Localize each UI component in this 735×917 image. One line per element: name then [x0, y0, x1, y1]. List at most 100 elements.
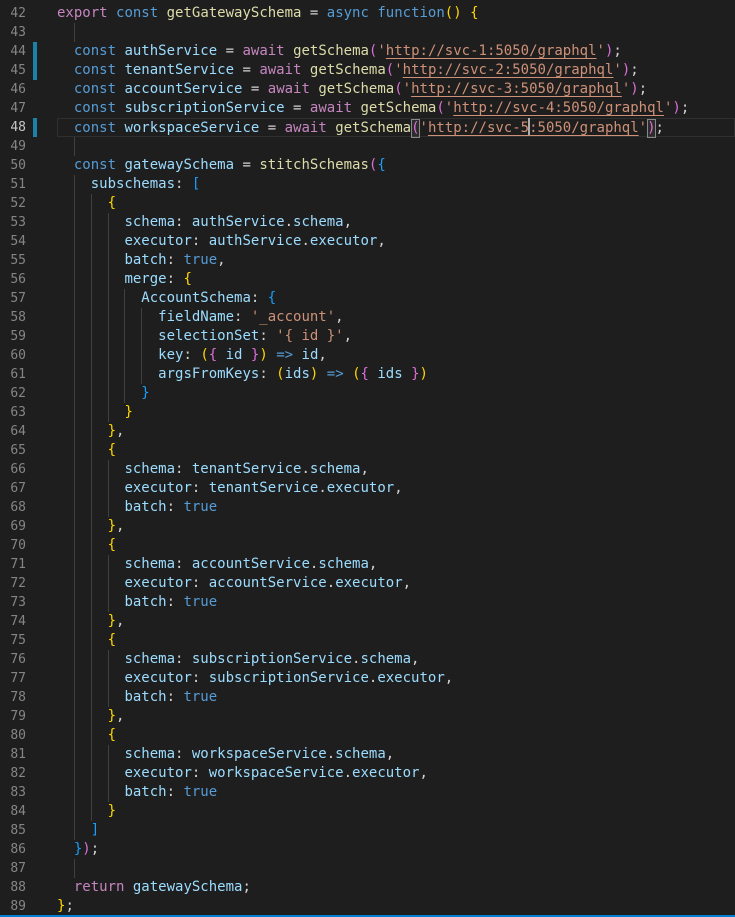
code-line[interactable]: 83 batch: true [0, 783, 735, 802]
code-line[interactable]: 48 const workspaceService = await getSch… [0, 118, 735, 137]
gutter[interactable]: 47 [0, 99, 57, 118]
code-line-content[interactable]: const tenantService = await getSchema('h… [57, 61, 735, 80]
gutter[interactable]: 43 [0, 23, 57, 42]
code-line-content[interactable]: schema: tenantService.schema, [57, 460, 735, 479]
gutter[interactable]: 61 [0, 365, 57, 384]
gutter[interactable]: 83 [0, 783, 57, 802]
code-line-content[interactable]: { [57, 194, 735, 213]
code-line[interactable]: 76 schema: subscriptionService.schema, [0, 650, 735, 669]
gutter[interactable]: 87 [0, 859, 57, 878]
gutter[interactable]: 79 [0, 707, 57, 726]
gutter[interactable]: 78 [0, 688, 57, 707]
code-line-content[interactable]: selectionSet: '{ id }', [57, 327, 735, 346]
code-line-content[interactable]: }); [57, 840, 735, 859]
code-line-content[interactable]: executor: tenantService.executor, [57, 479, 735, 498]
code-line-content[interactable]: schema: subscriptionService.schema, [57, 650, 735, 669]
code-line-content[interactable]: fieldName: '_account', [57, 308, 735, 327]
code-line[interactable]: 52 { [0, 194, 735, 213]
code-line-content[interactable]: key: ({ id }) => id, [57, 346, 735, 365]
code-line[interactable]: 88 return gatewaySchema; [0, 878, 735, 897]
code-line[interactable]: 66 schema: tenantService.schema, [0, 460, 735, 479]
gutter[interactable]: 62 [0, 384, 57, 403]
gutter[interactable]: 56 [0, 270, 57, 289]
code-line[interactable]: 47 const subscriptionService = await get… [0, 99, 735, 118]
gutter[interactable]: 82 [0, 764, 57, 783]
code-line-content[interactable]: batch: true [57, 783, 735, 802]
gutter[interactable]: 68 [0, 498, 57, 517]
gutter[interactable]: 85 [0, 821, 57, 840]
gutter[interactable]: 63 [0, 403, 57, 422]
code-line[interactable]: 50 const gatewaySchema = stitchSchemas({ [0, 156, 735, 175]
code-line-content[interactable]: ] [57, 821, 735, 840]
code-line[interactable]: 87 [0, 859, 735, 878]
gutter[interactable]: 84 [0, 802, 57, 821]
code-line-content[interactable]: executor: workspaceService.executor, [57, 764, 735, 783]
code-line[interactable]: 68 batch: true [0, 498, 735, 517]
code-line-content[interactable]: executor: accountService.executor, [57, 574, 735, 593]
code-line-content[interactable]: schema: workspaceService.schema, [57, 745, 735, 764]
code-line[interactable]: 89}; [0, 897, 735, 915]
gutter[interactable]: 70 [0, 536, 57, 555]
gutter[interactable]: 54 [0, 232, 57, 251]
gutter[interactable]: 57 [0, 289, 57, 308]
gutter[interactable]: 44 [0, 42, 57, 61]
code-line-content[interactable]: { [57, 631, 735, 650]
code-line-content[interactable]: schema: authService.schema, [57, 213, 735, 232]
code-line[interactable]: 71 schema: accountService.schema, [0, 555, 735, 574]
code-line[interactable]: 56 merge: { [0, 270, 735, 289]
code-line-content[interactable]: } [57, 403, 735, 422]
code-line[interactable]: 86 }); [0, 840, 735, 859]
code-line[interactable]: 69 }, [0, 517, 735, 536]
code-line-content[interactable]: }, [57, 707, 735, 726]
code-line-content[interactable]: { [57, 536, 735, 555]
gutter[interactable]: 53 [0, 213, 57, 232]
code-line[interactable]: 64 }, [0, 422, 735, 441]
code-line-content[interactable] [57, 23, 735, 42]
code-line-content[interactable]: }, [57, 612, 735, 631]
code-line[interactable]: 82 executor: workspaceService.executor, [0, 764, 735, 783]
code-line-content[interactable]: AccountSchema: { [57, 289, 735, 308]
code-line-content[interactable] [57, 137, 735, 156]
gutter[interactable]: 65 [0, 441, 57, 460]
code-line[interactable]: 62 } [0, 384, 735, 403]
code-line[interactable]: 77 executor: subscriptionService.executo… [0, 669, 735, 688]
code-line-content[interactable]: export const getGatewaySchema = async fu… [57, 4, 735, 23]
code-line-content[interactable]: } [57, 384, 735, 403]
gutter[interactable]: 86 [0, 840, 57, 859]
code-line[interactable]: 44 const authService = await getSchema('… [0, 42, 735, 61]
gutter[interactable]: 89 [0, 897, 57, 915]
code-line[interactable]: 81 schema: workspaceService.schema, [0, 745, 735, 764]
code-line[interactable]: 43 [0, 23, 735, 42]
code-line-content[interactable]: const workspaceService = await getSchema… [57, 118, 735, 137]
gutter[interactable]: 76 [0, 650, 57, 669]
code-line[interactable]: 80 { [0, 726, 735, 745]
code-line[interactable]: 78 batch: true [0, 688, 735, 707]
code-line-content[interactable]: subschemas: [ [57, 175, 735, 194]
code-line-content[interactable]: const accountService = await getSchema('… [57, 80, 735, 99]
code-line-content[interactable] [57, 859, 735, 878]
code-line[interactable]: 46 const accountService = await getSchem… [0, 80, 735, 99]
code-line[interactable]: 55 batch: true, [0, 251, 735, 270]
code-line-content[interactable]: const gatewaySchema = stitchSchemas({ [57, 156, 735, 175]
code-line[interactable]: 53 schema: authService.schema, [0, 213, 735, 232]
code-line[interactable]: 72 executor: accountService.executor, [0, 574, 735, 593]
gutter[interactable]: 50 [0, 156, 57, 175]
gutter[interactable]: 64 [0, 422, 57, 441]
code-line[interactable]: 73 batch: true [0, 593, 735, 612]
code-line-content[interactable]: } [57, 802, 735, 821]
code-line[interactable]: 59 selectionSet: '{ id }', [0, 327, 735, 346]
gutter[interactable]: 66 [0, 460, 57, 479]
gutter[interactable]: 49 [0, 137, 57, 156]
code-line[interactable]: 60 key: ({ id }) => id, [0, 346, 735, 365]
gutter[interactable]: 48 [0, 118, 57, 137]
gutter[interactable]: 80 [0, 726, 57, 745]
code-line-content[interactable]: { [57, 726, 735, 745]
code-line[interactable]: 75 { [0, 631, 735, 650]
code-line-content[interactable]: batch: true [57, 593, 735, 612]
code-line[interactable]: 58 fieldName: '_account', [0, 308, 735, 327]
gutter[interactable]: 77 [0, 669, 57, 688]
gutter[interactable]: 73 [0, 593, 57, 612]
code-line[interactable]: 61 argsFromKeys: (ids) => ({ ids }) [0, 365, 735, 384]
code-line-content[interactable]: schema: accountService.schema, [57, 555, 735, 574]
code-line[interactable]: 65 { [0, 441, 735, 460]
